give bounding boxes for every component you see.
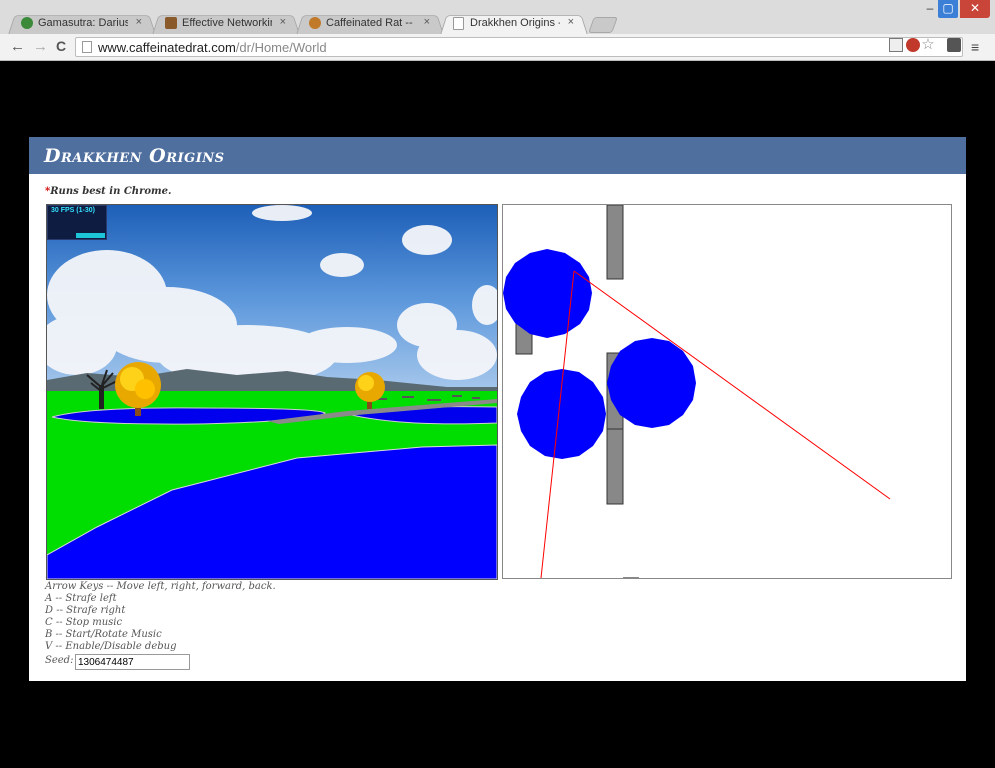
seed-label: Seed: [45, 655, 74, 666]
close-tab-icon[interactable]: × [280, 16, 286, 28]
abp-icon[interactable] [906, 38, 920, 52]
rat-favicon-icon [309, 17, 321, 29]
person-favicon-icon [165, 17, 177, 29]
map-tree-circle [517, 369, 606, 459]
tab-label: Caffeinated Rat -- Edit Exp [326, 17, 416, 29]
minimize-button[interactable]: – [925, 0, 935, 18]
tab-gamasutra[interactable]: Gamasutra: Darius Kazemi × [8, 13, 156, 35]
help-line: C -- Stop music [45, 617, 123, 628]
controls-help: Arrow Keys -- Move left, right, forward,… [45, 581, 276, 653]
url-path: /dr/Home/World [235, 40, 327, 55]
close-window-button[interactable]: ✕ [960, 0, 990, 18]
fps-counter: 30 FPS (1-30) [47, 205, 107, 240]
tab-label: Gamasutra: Darius Kazemi [38, 17, 128, 29]
maximize-button[interactable]: ▢ [938, 0, 958, 18]
url-host: www.caffeinatedrat.com [98, 40, 236, 55]
page-title: Drakkhen Origins [44, 145, 225, 167]
bookmark-star-icon[interactable]: ☆ [921, 37, 935, 52]
back-button[interactable]: ← [10, 38, 25, 55]
tab-strip: Gamasutra: Darius Kazemi × Effective Net… [0, 0, 995, 35]
help-line: B -- Start/Rotate Music [45, 629, 162, 640]
new-tab-button[interactable] [588, 17, 618, 33]
address-bar[interactable]: www.caffeinatedrat.com/dr/Home/World [75, 37, 963, 57]
tab-label: Drakkhen Origins -- World [470, 17, 560, 29]
tab-caffeinated-rat[interactable]: Caffeinated Rat -- Edit Exp × [296, 13, 444, 35]
glasses-icon[interactable] [947, 38, 961, 52]
menu-icon[interactable]: ≡ [971, 39, 979, 55]
page-favicon-icon [453, 17, 464, 30]
gamasutra-favicon-icon [21, 17, 33, 29]
browser-toolbar: ← → C www.caffeinatedrat.com/dr/Home/Wor… [0, 34, 995, 61]
page-header: Drakkhen Origins [29, 137, 966, 174]
seed-input[interactable] [75, 654, 190, 670]
page-icon [82, 41, 92, 53]
extension-icon[interactable] [889, 38, 903, 52]
note-text: Runs best in Chrome. [50, 186, 172, 197]
tab-label: Effective Networking (Get [182, 17, 272, 29]
help-line: D -- Strafe right [45, 605, 126, 616]
map-wall [606, 428, 624, 505]
help-line: V -- Enable/Disable debug [45, 641, 177, 652]
help-line: Arrow Keys -- Move left, right, forward,… [45, 581, 276, 592]
fps-bar [76, 233, 105, 238]
game-scene [47, 205, 497, 579]
forward-button[interactable]: → [33, 38, 48, 55]
close-tab-icon[interactable]: × [136, 16, 142, 28]
fps-label: 30 FPS (1-30) [51, 207, 95, 214]
help-line: A -- Strafe left [45, 593, 117, 604]
map-wall [606, 205, 624, 280]
tab-effective-networking[interactable]: Effective Networking (Get × [152, 13, 300, 35]
debug-map [502, 204, 952, 579]
game-viewport[interactable]: 30 FPS (1-30) [46, 204, 498, 580]
reload-button[interactable]: C [56, 38, 66, 54]
close-tab-icon[interactable]: × [568, 16, 574, 28]
map-wall [623, 577, 639, 578]
content-panel: Drakkhen Origins *Runs best in Chrome. 3… [29, 137, 966, 681]
tab-drakkhen-origins[interactable]: Drakkhen Origins -- World × [440, 13, 588, 35]
map-view [503, 205, 891, 578]
map-tree-circle [607, 338, 696, 428]
close-tab-icon[interactable]: × [424, 16, 430, 28]
chrome-note: *Runs best in Chrome. [45, 186, 171, 197]
